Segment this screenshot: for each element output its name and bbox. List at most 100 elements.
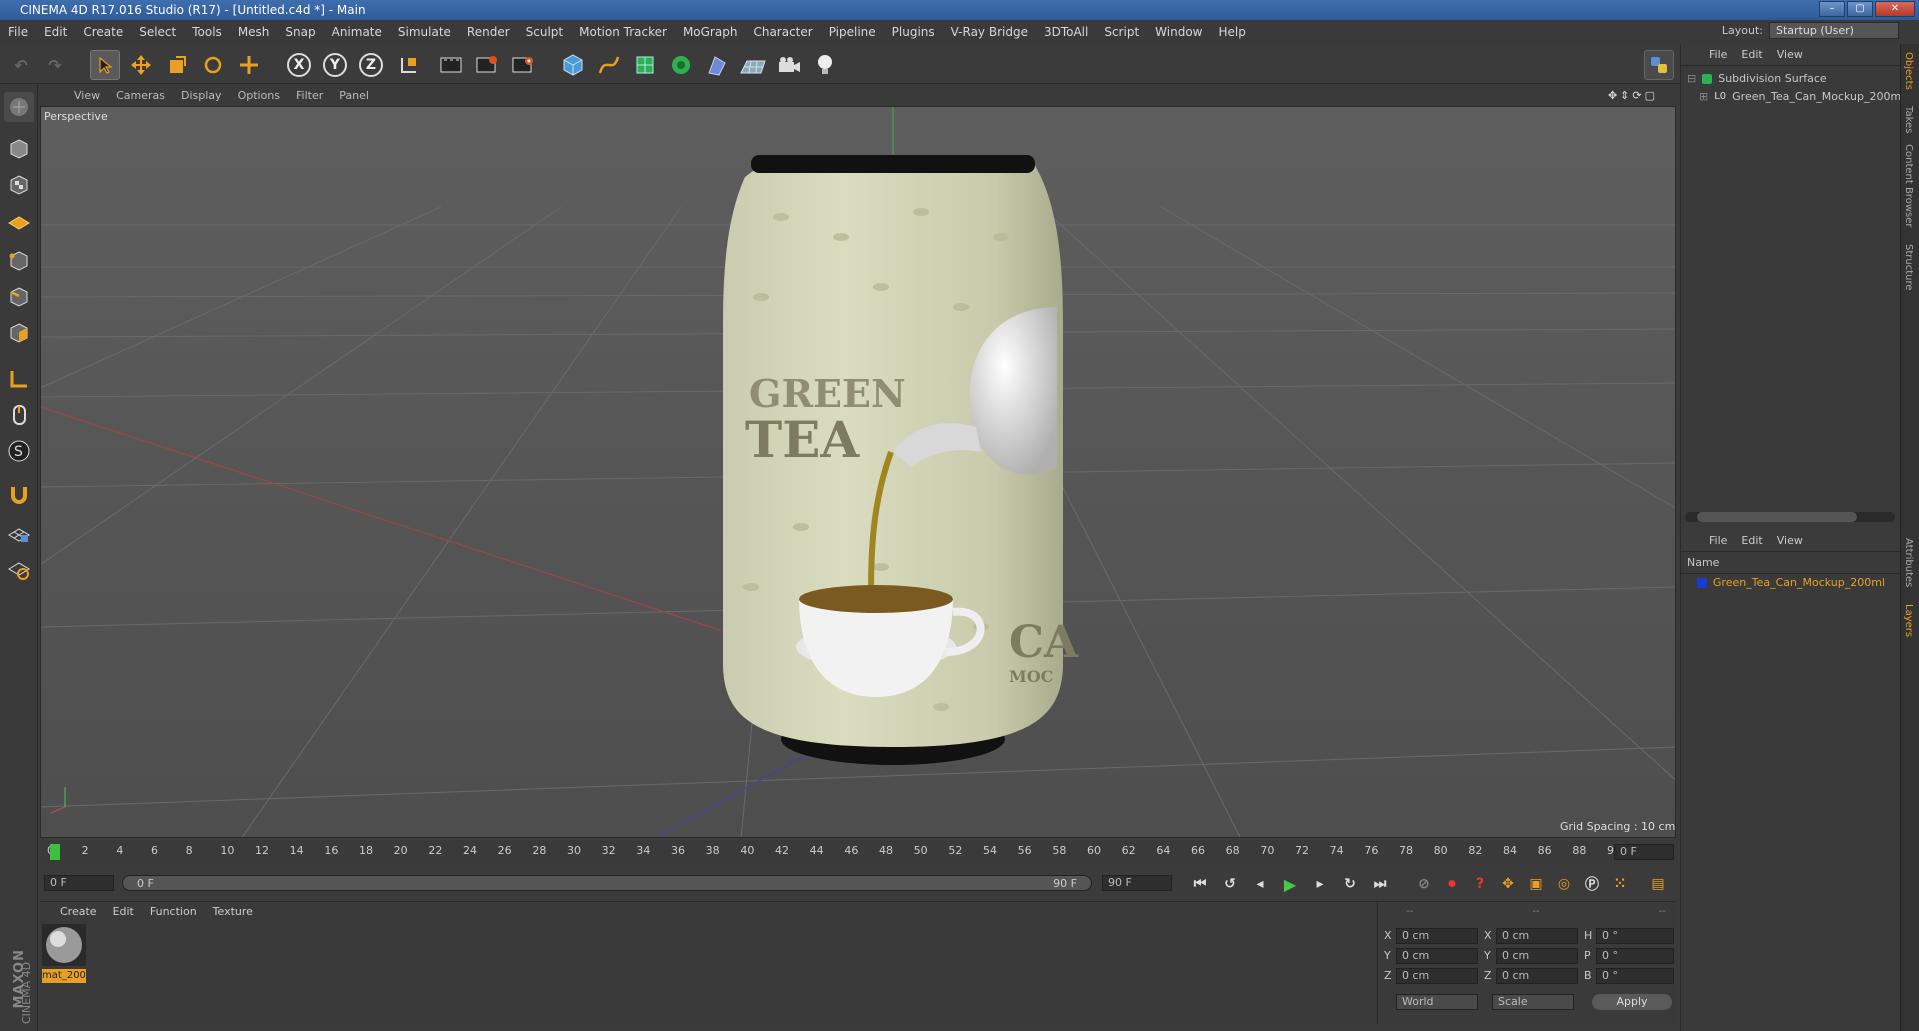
key-param-icon[interactable]: Ⓟ: [1580, 872, 1604, 896]
key-scale-icon[interactable]: ▣: [1524, 872, 1548, 896]
menu-tools[interactable]: Tools: [184, 25, 230, 39]
position-z-field[interactable]: 0 cm: [1396, 968, 1478, 984]
rotation-b-field[interactable]: 0 °: [1596, 968, 1674, 984]
menu-render[interactable]: Render: [459, 25, 518, 39]
menu-mograph[interactable]: MoGraph: [675, 25, 746, 39]
material-menu-function[interactable]: Function: [150, 905, 197, 918]
size-y-field[interactable]: 0 cm: [1496, 948, 1578, 964]
viewport-nav-icons[interactable]: ✥⇕⟳▢: [1600, 89, 1666, 102]
auto-key-icon[interactable]: ?: [1468, 872, 1492, 896]
menu-mesh[interactable]: Mesh: [230, 25, 278, 39]
close-button[interactable]: ✕: [1875, 1, 1915, 17]
timeline-window-icon[interactable]: ▤: [1646, 872, 1670, 896]
maximize-button[interactable]: ▢: [1847, 1, 1873, 17]
z-axis-lock[interactable]: Z: [356, 50, 386, 80]
playhead[interactable]: [50, 844, 60, 860]
viewport-menu-view[interactable]: View: [66, 89, 108, 102]
menu-select[interactable]: Select: [131, 25, 184, 39]
deformer-icon[interactable]: [702, 50, 732, 80]
tree-expand-icon[interactable]: ⊞: [1699, 90, 1708, 103]
viewport-menu-options[interactable]: Options: [230, 89, 288, 102]
menu-character[interactable]: Character: [745, 25, 820, 39]
key-position-icon[interactable]: ✥: [1496, 872, 1520, 896]
light-icon[interactable]: [810, 50, 840, 80]
object-item-can[interactable]: ⊞ L0 Green_Tea_Can_Mockup_200ml: [1699, 90, 1904, 103]
layer-item[interactable]: Green_Tea_Can_Mockup_200ml: [1681, 574, 1901, 591]
prev-key-icon[interactable]: ↺: [1218, 872, 1242, 896]
menu-sculpt[interactable]: Sculpt: [518, 25, 571, 39]
material-menu-create[interactable]: Create: [60, 905, 97, 918]
end-frame-field[interactable]: 90 F: [1102, 875, 1172, 891]
tab-structure[interactable]: Structure: [1903, 244, 1914, 291]
render-view-icon[interactable]: [436, 50, 466, 80]
menu-window[interactable]: Window: [1147, 25, 1210, 39]
keyframe-selection-icon[interactable]: ⊘: [1412, 872, 1436, 896]
cube-primitive-icon[interactable]: [558, 50, 588, 80]
edges-mode-icon[interactable]: [4, 282, 34, 312]
key-pla-icon[interactable]: ⁙: [1608, 872, 1632, 896]
live-selection-icon[interactable]: [234, 50, 264, 80]
workplane-mode-icon[interactable]: [4, 206, 34, 236]
menu-snap[interactable]: Snap: [277, 25, 323, 39]
move-tool-icon[interactable]: [126, 50, 156, 80]
go-to-start-icon[interactable]: ⏮: [1188, 872, 1212, 896]
minimize-button[interactable]: –: [1819, 1, 1845, 17]
menu-animate[interactable]: Animate: [324, 25, 390, 39]
subdivision-surface-icon[interactable]: [630, 50, 660, 80]
viewport-menu-cameras[interactable]: Cameras: [108, 89, 173, 102]
spline-pen-icon[interactable]: [594, 50, 624, 80]
menu-simulate[interactable]: Simulate: [390, 25, 459, 39]
size-mode-dropdown[interactable]: Scale: [1492, 994, 1574, 1010]
floor-environment-icon[interactable]: [738, 50, 768, 80]
menu-plugins[interactable]: Plugins: [884, 25, 943, 39]
menu-pipeline[interactable]: Pipeline: [821, 25, 884, 39]
green-tea-can[interactable]: GREEN TEA CA MOC: [723, 155, 1079, 765]
viewport-menu-filter[interactable]: Filter: [288, 89, 331, 102]
menu-script[interactable]: Script: [1096, 25, 1147, 39]
record-icon[interactable]: ⏺: [1440, 872, 1464, 896]
menu-vray-bridge[interactable]: V-Ray Bridge: [943, 25, 1036, 39]
tab-objects[interactable]: Objects: [1903, 52, 1914, 90]
cloner-icon[interactable]: [666, 50, 696, 80]
axis-mode-icon[interactable]: [4, 364, 34, 394]
material-menu-edit[interactable]: Edit: [113, 905, 134, 918]
size-z-field[interactable]: 0 cm: [1496, 968, 1578, 984]
menu-3dtoall[interactable]: 3DToAll: [1036, 25, 1096, 39]
redo-icon[interactable]: ↷: [40, 50, 70, 80]
tab-attributes[interactable]: Attributes: [1903, 538, 1914, 587]
prev-frame-icon[interactable]: ◂: [1248, 872, 1272, 896]
coordinate-system-icon[interactable]: [394, 50, 424, 80]
texture-mode-icon[interactable]: [4, 170, 34, 200]
tweak-mode-icon[interactable]: [4, 400, 34, 430]
menu-create[interactable]: Create: [75, 25, 131, 39]
rotation-h-field[interactable]: 0 °: [1596, 928, 1674, 944]
material-menu-texture[interactable]: Texture: [213, 905, 253, 918]
tab-content-browser[interactable]: Content Browser: [1903, 144, 1914, 227]
menu-file[interactable]: File: [0, 25, 36, 39]
position-y-field[interactable]: 0 cm: [1396, 948, 1478, 964]
render-settings-icon[interactable]: [508, 50, 538, 80]
grid-rotate-icon[interactable]: [4, 554, 34, 584]
rotation-p-field[interactable]: 0 °: [1596, 948, 1674, 964]
menu-help[interactable]: Help: [1210, 25, 1253, 39]
menu-motion-tracker[interactable]: Motion Tracker: [571, 25, 675, 39]
make-editable-icon[interactable]: [4, 92, 34, 122]
3d-viewport[interactable]: GREEN TEA CA MOC: [40, 106, 1676, 838]
current-frame-field[interactable]: 0 F: [1614, 844, 1674, 860]
magnet-icon[interactable]: [4, 480, 34, 510]
x-axis-lock[interactable]: X: [284, 50, 314, 80]
timeline-ruler[interactable]: 0246810121416182022242628303234363840424…: [40, 840, 1676, 864]
layers-menu-view[interactable]: View: [1777, 534, 1803, 547]
render-to-picture-viewer-icon[interactable]: [472, 50, 502, 80]
model-mode-icon[interactable]: [4, 134, 34, 164]
camera-icon[interactable]: [774, 50, 804, 80]
apply-button[interactable]: Apply: [1592, 994, 1672, 1010]
size-x-field[interactable]: 0 cm: [1496, 928, 1578, 944]
layout-dropdown[interactable]: Startup (User): [1769, 22, 1899, 39]
coordinate-mode-dropdown[interactable]: World: [1396, 994, 1478, 1010]
objects-scrollbar[interactable]: [1685, 512, 1895, 522]
viewport-menu-panel[interactable]: Panel: [331, 89, 377, 102]
key-rotation-icon[interactable]: ◎: [1552, 872, 1576, 896]
undo-icon[interactable]: ↶: [6, 50, 36, 80]
viewport-menu-display[interactable]: Display: [173, 89, 230, 102]
